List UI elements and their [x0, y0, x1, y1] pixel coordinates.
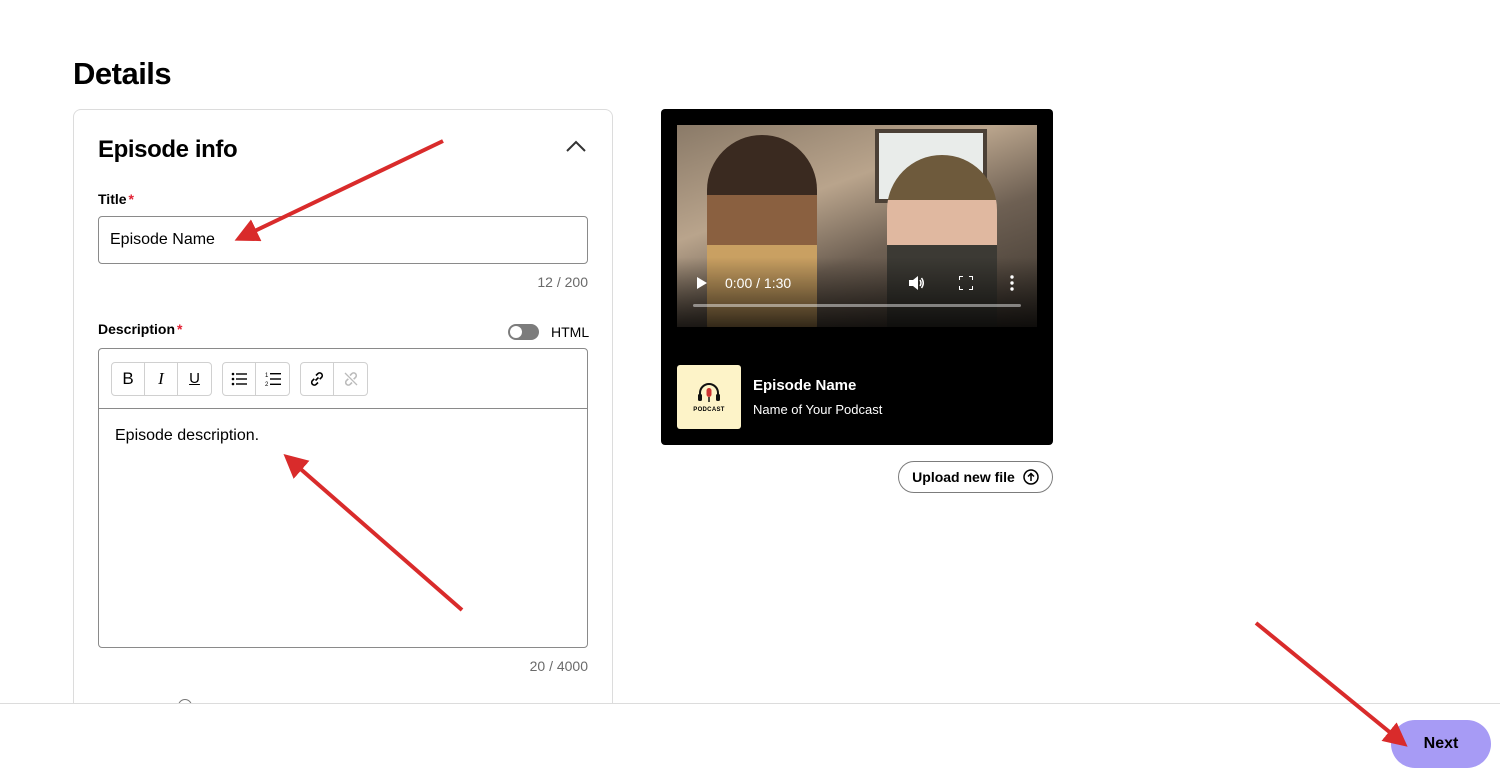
page-title: Details	[73, 56, 172, 91]
html-toggle[interactable]	[508, 324, 539, 340]
unlink-icon	[344, 371, 357, 386]
bullet-list-icon	[231, 372, 247, 385]
bullet-list-button[interactable]	[223, 362, 256, 395]
description-label: Description *	[98, 321, 182, 337]
numbered-list-icon: 12	[265, 372, 281, 387]
link-button[interactable]	[301, 362, 334, 395]
volume-icon[interactable]	[909, 276, 925, 290]
link-group	[300, 361, 368, 396]
required-mark: *	[128, 191, 134, 207]
play-icon[interactable]	[697, 277, 707, 289]
description-char-counter: 20 / 4000	[529, 658, 588, 674]
upload-button-label: Upload new file	[912, 469, 1015, 485]
editor-toolbar: B I U 12	[99, 349, 587, 409]
html-toggle-label: HTML	[551, 324, 590, 340]
description-text-area[interactable]: Episode description.	[99, 409, 587, 463]
list-group: 12	[222, 361, 290, 396]
fullscreen-icon[interactable]	[958, 275, 974, 291]
title-input[interactable]	[98, 216, 588, 264]
underline-button[interactable]: U	[178, 363, 211, 395]
numbered-list-button[interactable]: 12	[256, 363, 289, 395]
preview-podcast-name: Name of Your Podcast	[753, 402, 883, 417]
footer-bar	[0, 703, 1500, 776]
video-progress-bar[interactable]	[693, 304, 1021, 307]
title-label-text: Title	[98, 191, 127, 207]
format-group: B I U	[111, 361, 212, 396]
section-title: Episode info	[98, 136, 238, 163]
next-button[interactable]: Next	[1391, 720, 1491, 768]
episode-preview-player: 0:00 / 1:30 PODCAST Episode Name Name of…	[661, 109, 1053, 445]
svg-text:2: 2	[265, 382, 269, 387]
video-preview[interactable]: 0:00 / 1:30	[677, 125, 1037, 327]
html-toggle-group: HTML	[508, 324, 589, 340]
link-icon	[310, 371, 324, 386]
required-mark: *	[177, 321, 183, 337]
italic-button[interactable]: I	[145, 362, 178, 395]
upload-new-file-button[interactable]: Upload new file	[898, 461, 1053, 493]
svg-text:1: 1	[265, 373, 269, 379]
episode-info-card: Episode info Title* 12 / 200 Description…	[73, 109, 613, 729]
video-time: 0:00 / 1:30	[725, 275, 792, 291]
title-label: Title *	[98, 191, 134, 207]
video-controls: 0:00 / 1:30	[677, 271, 1037, 295]
description-editor: B I U 12 Episode description.	[98, 348, 588, 648]
artwork-label: PODCAST	[693, 406, 725, 413]
more-options-icon[interactable]	[1009, 275, 1015, 291]
upload-arrow-icon	[1023, 469, 1039, 485]
preview-episode-name: Episode Name	[753, 377, 857, 394]
microphone-headphones-icon	[698, 382, 720, 402]
bold-button[interactable]: B	[112, 362, 145, 395]
description-label-text: Description	[98, 321, 176, 337]
unlink-button[interactable]	[334, 363, 367, 395]
collapse-chevron-up-icon[interactable]	[564, 137, 588, 157]
podcast-artwork: PODCAST	[677, 365, 741, 429]
title-char-counter: 12 / 200	[537, 274, 588, 290]
